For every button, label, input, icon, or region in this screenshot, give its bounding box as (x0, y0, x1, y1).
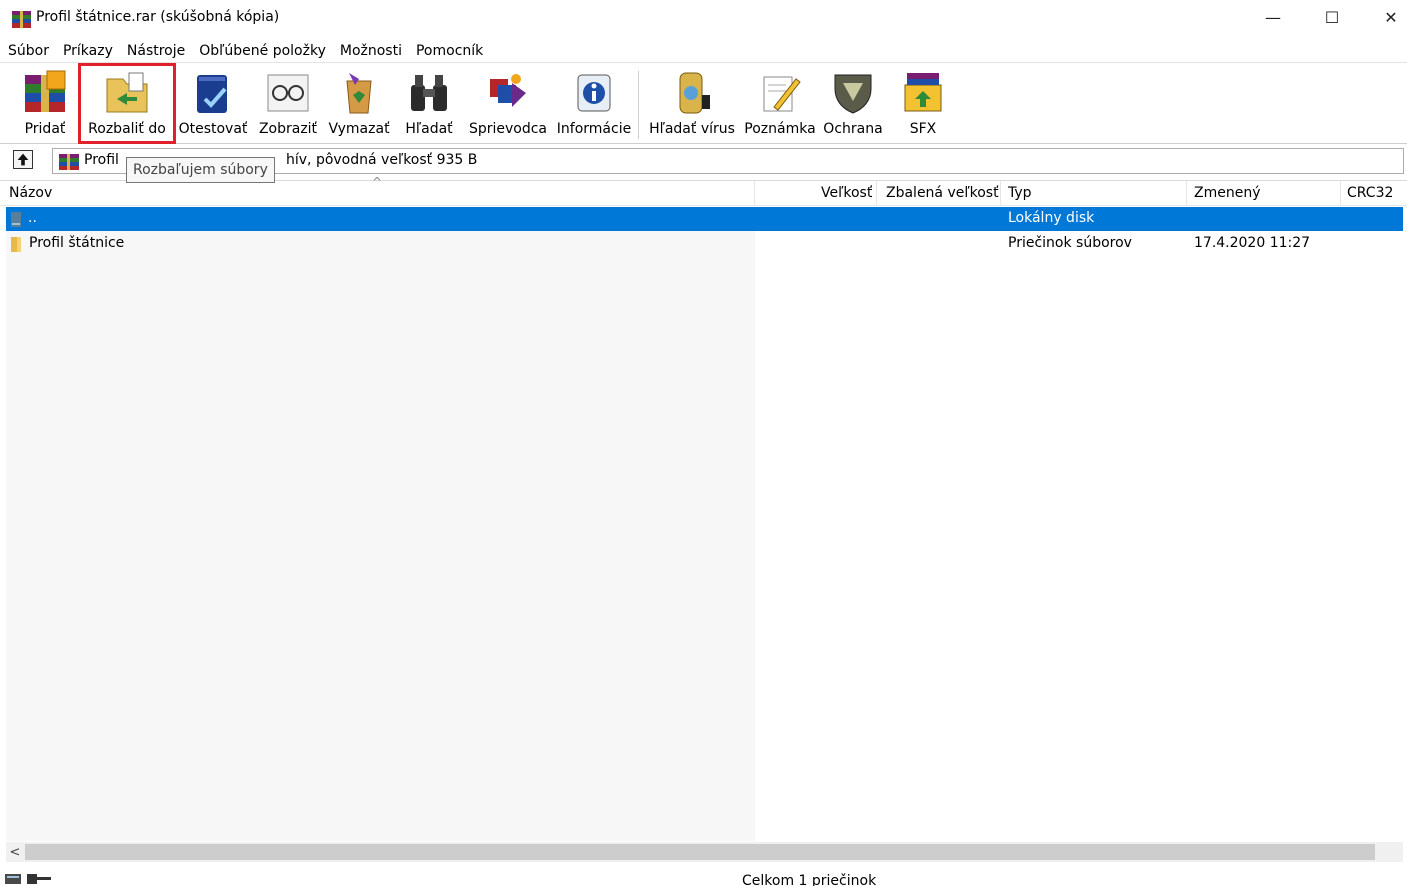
menu-commands[interactable]: Príkazy (56, 40, 120, 62)
column-divider[interactable] (1340, 181, 1341, 206)
protect-button[interactable]: Ochrana (822, 66, 884, 142)
sfx-archive-icon (904, 73, 942, 112)
title-bar: Profil štátnice.rar (skúšobná kópia) — ☐… (0, 0, 1407, 38)
column-divider[interactable] (1000, 181, 1001, 206)
view-glasses-icon (267, 74, 309, 112)
folder-icon (11, 237, 21, 252)
horizontal-scrollbar[interactable]: < (6, 842, 1403, 862)
view-button[interactable]: Zobraziť (254, 66, 322, 142)
wizard-icon (490, 74, 526, 107)
info-icon (577, 74, 611, 112)
comment-button[interactable]: Poznámka (744, 66, 816, 142)
address-text-end: hív, pôvodná veľkosť 935 B (286, 152, 478, 168)
name-column-background (6, 207, 755, 841)
find-button[interactable]: Hľadať (400, 66, 458, 142)
column-divider[interactable] (1186, 181, 1187, 206)
address-text-start: Profil (84, 152, 119, 168)
find-label: Hľadať (405, 121, 453, 137)
wizard-label: Sprievodca (468, 121, 548, 137)
minimize-button[interactable]: — (1250, 0, 1296, 34)
extract-folder-icon (106, 72, 148, 113)
column-header: Názov ^ Veľkosť Zbalená veľkosť Typ Zmen… (0, 175, 1407, 206)
list-row-parent[interactable]: .. Lokálny disk (6, 207, 1403, 231)
row-name: .. (28, 210, 37, 226)
add-label: Pridať (24, 121, 66, 137)
menu-help[interactable]: Pomocník (409, 40, 490, 62)
comment-label: Poznámka (744, 121, 816, 137)
delete-button[interactable]: Vymazať (326, 66, 392, 142)
drive-key-icon (5, 874, 51, 884)
row-name: Profil štátnice (29, 235, 125, 251)
column-modified[interactable]: Zmenený (1194, 185, 1261, 201)
column-name[interactable]: Názov (9, 185, 52, 201)
test-archive-icon (197, 75, 227, 113)
tooltip: Rozbaľujem súbory (126, 157, 275, 183)
menu-tools[interactable]: Nástroje (120, 40, 192, 62)
row-type: Priečinok súborov (1008, 235, 1132, 251)
protect-label: Ochrana (823, 121, 883, 137)
list-row-folder[interactable]: Profil štátnice Priečinok súborov 17.4.2… (6, 232, 1403, 256)
status-summary: Celkom 1 priečinok (742, 873, 877, 886)
view-label: Zobraziť (258, 121, 318, 137)
delete-recycle-icon (346, 73, 372, 114)
column-divider[interactable] (876, 181, 877, 206)
menu-bar: Súbor Príkazy Nástroje Obľúbené položky … (0, 40, 490, 62)
window-title: Profil štátnice.rar (skúšobná kópia) (36, 9, 280, 25)
sort-arrow-icon: ^ (372, 175, 383, 189)
test-label: Otestovať (178, 121, 248, 137)
sfx-button[interactable]: SFX (896, 66, 950, 142)
shield-icon (834, 74, 872, 114)
extract-to-label: Rozbaliť do (88, 121, 166, 137)
virus-scan-label: Hľadať vírus (649, 121, 735, 137)
column-crc32[interactable]: CRC32 (1347, 185, 1393, 201)
column-type[interactable]: Typ (1008, 185, 1032, 201)
rar-archive-icon (59, 154, 79, 170)
test-button[interactable]: Otestovať (178, 66, 248, 142)
info-button[interactable]: Informácie (554, 66, 634, 142)
info-label: Informácie (556, 121, 632, 137)
row-modified: 17.4.2020 11:27 (1194, 235, 1311, 251)
extract-to-button[interactable]: Rozbaliť do (78, 63, 176, 144)
status-bar: Celkom 1 priečinok (0, 866, 1407, 886)
menu-options[interactable]: Možnosti (333, 40, 409, 62)
up-folder-icon[interactable] (13, 150, 33, 169)
toolbar-separator (638, 71, 639, 139)
drive-icon (11, 212, 21, 227)
virus-scan-icon (679, 72, 710, 114)
scroll-left-icon[interactable]: < (6, 842, 24, 862)
winrar-app-icon (12, 11, 31, 28)
column-divider[interactable] (754, 181, 755, 206)
virus-scan-button[interactable]: Hľadať vírus (646, 66, 738, 142)
close-button[interactable]: ✕ (1368, 0, 1407, 34)
add-button[interactable]: Pridať (14, 66, 76, 142)
scrollbar-thumb[interactable] (25, 844, 1375, 860)
comment-pencil-icon (763, 76, 801, 112)
file-list[interactable]: .. Lokálny disk Profil štátnice Priečino… (6, 207, 1403, 841)
row-type: Lokálny disk (1008, 210, 1095, 226)
wizard-button[interactable]: Sprievodca (466, 66, 550, 142)
column-size[interactable]: Veľkosť (821, 185, 872, 201)
delete-label: Vymazať (328, 121, 390, 137)
toolbar: Pridať Rozbaliť do Otestovať Zobraziť Vy… (0, 62, 1407, 144)
add-archive-icon (25, 70, 66, 112)
menu-favorites[interactable]: Obľúbené položky (192, 40, 333, 62)
binoculars-icon (411, 75, 447, 111)
sfx-label: SFX (909, 121, 937, 137)
maximize-button[interactable]: ☐ (1309, 0, 1355, 34)
menu-file[interactable]: Súbor (0, 40, 56, 62)
column-packed-size[interactable]: Zbalená veľkosť (886, 185, 999, 201)
